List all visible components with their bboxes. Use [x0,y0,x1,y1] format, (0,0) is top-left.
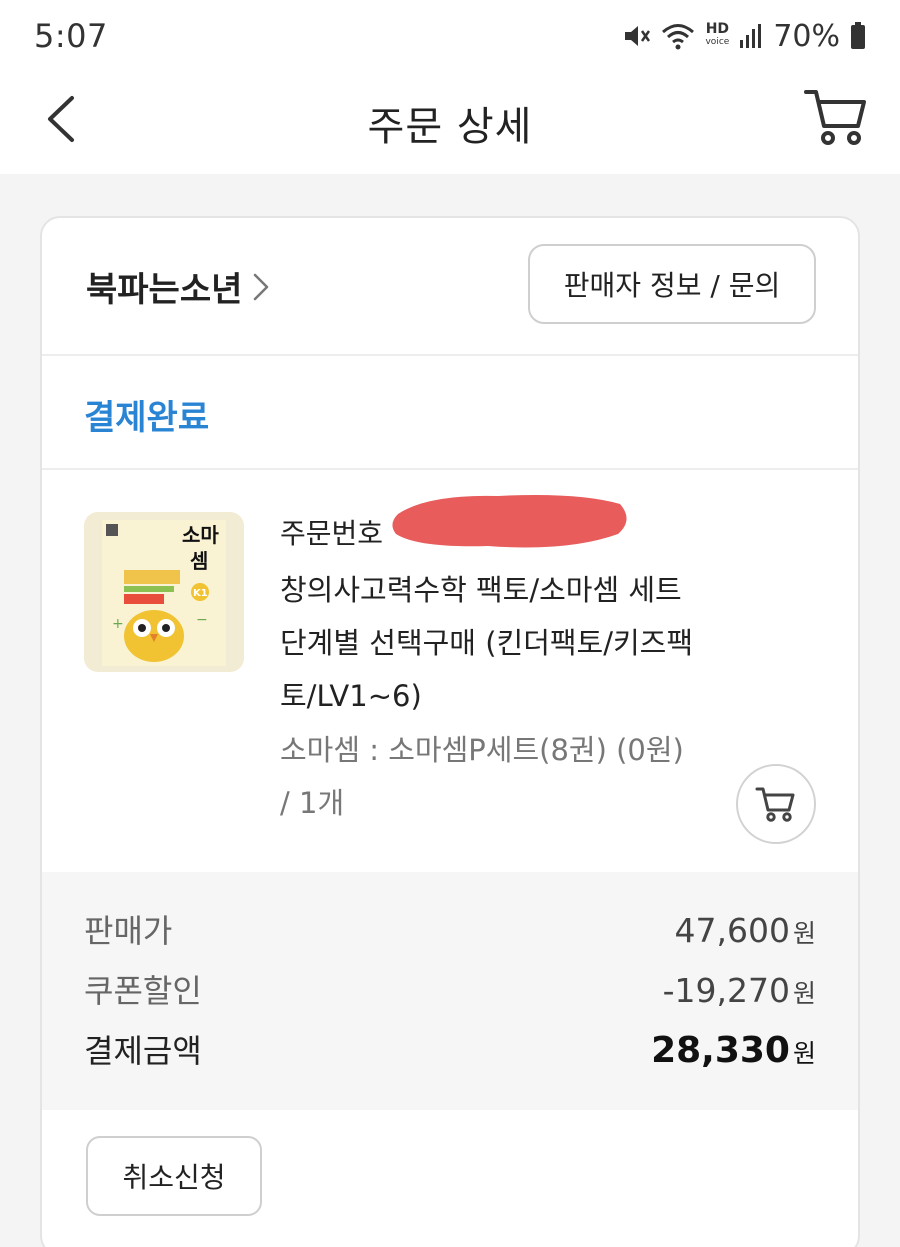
signal-icon [739,23,763,49]
sale-price-amount: 47,600 [674,911,790,950]
order-status: 결제완료 [84,398,210,438]
sale-price-label: 판매가 [84,912,173,950]
cover-badge: K1 [193,588,208,599]
coupon-discount-row: 쿠폰할인 -19,270 원 [84,966,816,1012]
battery-icon [850,22,866,50]
sale-price-unit: 원 [792,919,816,948]
sale-price-value: 47,600 원 [675,911,816,950]
status-time: 5:07 [34,17,108,55]
product-option: 소마셈 : 소마셈P세트(8권) (0원) / 1개 [280,733,684,820]
status-icons: HD voice 70% [621,19,866,54]
order-number-label: 주문번호 [280,517,384,550]
header-cart-button[interactable] [802,84,870,150]
coupon-discount-unit: 원 [792,979,816,1008]
seller-info-button[interactable]: 판매자 정보 / 문의 [528,244,816,324]
back-button[interactable] [36,86,88,150]
order-card: 북파는소년 판매자 정보 / 문의 결제완료 + − 소마 셈 K1 주문번호 … [40,216,860,1247]
add-to-cart-button[interactable] [736,764,816,844]
product-thumbnail[interactable]: + − 소마 셈 K1 [84,512,244,672]
redaction-mark [392,495,627,548]
cover-title-top: 소마 [182,523,219,547]
total-payment-row: 결제금액 28,330 원 [84,1026,816,1072]
coupon-discount-value: -19,270 원 [663,971,816,1010]
status-bar: 5:07 HD voice 70% [0,0,900,72]
wifi-icon [661,21,695,51]
coupon-discount-amount: -19,270 [662,971,790,1010]
hd-sub-label: voice [705,37,730,47]
sale-price-row: 판매가 47,600 원 [84,906,816,952]
seller-row: 북파는소년 판매자 정보 / 문의 [42,218,858,356]
product-title[interactable]: 창의사고력수학 팩토/소마셈 세트 단계별 선택구매 (킨더팩토/키즈팩토/LV… [280,564,700,723]
order-status-row: 결제완료 [42,356,858,470]
hd-label: HD [705,21,730,37]
hd-voice-icon: HD voice [705,21,730,49]
cancel-request-button[interactable]: 취소신청 [86,1136,262,1216]
total-payment-label: 결제금액 [84,1032,202,1070]
battery-percent: 70% [773,18,840,54]
book-cover-image: + − 소마 셈 K1 [84,512,244,672]
cart-icon [755,787,795,822]
price-summary: 판매가 47,600 원 쿠폰할인 -19,270 원 결제금액 28,330 원 [42,872,858,1110]
coupon-discount-label: 쿠폰할인 [84,972,202,1010]
total-payment-unit: 원 [792,1039,816,1068]
total-payment-amount: 28,330 [651,1030,790,1071]
svg-text:+: + [112,616,124,632]
page-title: 주문 상세 [367,104,533,150]
seller-name: 북파는소년 [86,270,243,310]
cart-icon [804,90,866,145]
cover-title-bottom: 셈 [190,549,208,573]
mute-icon [621,21,651,51]
chevron-left-icon [48,96,74,142]
seller-link[interactable]: 북파는소년 [86,262,272,311]
app-header: 주문 상세 [0,72,900,174]
total-payment-value: 28,330 원 [651,1030,816,1071]
svg-text:−: − [196,612,208,628]
chevron-right-icon [254,273,269,300]
